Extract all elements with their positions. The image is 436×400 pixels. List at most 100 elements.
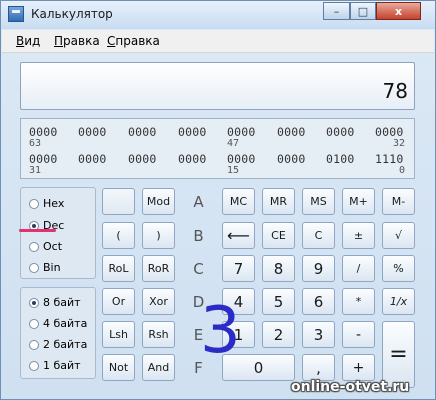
bit-group[interactable]: 0000 [128, 152, 157, 166]
ce-button[interactable]: CE [262, 222, 295, 249]
decimal-button[interactable]: , [302, 354, 335, 381]
word-size-qword[interactable]: 8 байт [29, 296, 81, 309]
m-plus-button[interactable]: M+ [342, 188, 375, 215]
close-button[interactable]: x [376, 2, 421, 20]
calculator-app-icon [8, 6, 24, 22]
radio-oct[interactable] [29, 241, 39, 252]
menu-bar: Вид Правка Справка [2, 30, 434, 53]
bit-group[interactable]: 0000 [178, 152, 207, 166]
radio-bin[interactable] [29, 262, 39, 273]
bit-group[interactable]: 0000 [277, 125, 306, 139]
not-button[interactable]: Not [102, 354, 135, 381]
bit-group[interactable]: 0000 [375, 125, 404, 139]
radix-bin-option[interactable]: Bin [29, 261, 61, 274]
clear-button[interactable]: C [302, 222, 335, 249]
bit-group[interactable]: 1110 [375, 152, 404, 166]
radix-group: Hex Dec Oct Bin [20, 187, 96, 279]
menu-view-mnemonic: В [16, 34, 25, 48]
word-size-group: 8 байт 4 байта 2 байта 1 байт [20, 287, 96, 379]
word-label: 2 байта [43, 338, 88, 351]
title-bar[interactable]: Калькулятор – □ x [1, 1, 435, 29]
result-display: 78 [20, 62, 415, 110]
ms-button[interactable]: MS [302, 188, 335, 215]
bit-group[interactable]: 0000 [29, 152, 58, 166]
digit-9-button[interactable]: 9 [302, 255, 335, 282]
word-size-dword[interactable]: 4 байта [29, 317, 87, 330]
bit-index: 32 [393, 138, 406, 149]
maximize-button[interactable]: □ [350, 2, 376, 20]
radio-byte[interactable] [29, 360, 39, 371]
window-title: Калькулятор [31, 7, 113, 21]
bit-group[interactable]: 0000 [128, 125, 157, 139]
dec-highlight-underline [19, 229, 56, 232]
m-minus-button[interactable]: M- [382, 188, 415, 215]
backspace-button[interactable]: ⟵ [222, 222, 255, 249]
plus-button[interactable]: + [342, 354, 375, 381]
digit-3-button[interactable]: 3 [302, 321, 335, 348]
hex-c-button[interactable]: C [182, 255, 215, 282]
blank-key[interactable] [102, 188, 135, 215]
overlay-digit-annotation: 3 [200, 294, 241, 368]
radix-oct-option[interactable]: Oct [29, 240, 62, 253]
bit-index: 47 [227, 138, 240, 149]
or-button[interactable]: Or [102, 288, 135, 315]
menu-edit[interactable]: Правка [54, 34, 100, 48]
bit-index: 0 [399, 165, 406, 176]
bit-group[interactable]: 0000 [29, 125, 58, 139]
word-size-byte[interactable]: 1 байт [29, 359, 81, 372]
open-paren-button[interactable]: ( [102, 222, 135, 249]
close-paren-button[interactable]: ) [142, 222, 175, 249]
radix-oct-label: Oct [43, 240, 63, 253]
bit-index: 31 [29, 165, 42, 176]
divide-button[interactable]: / [342, 255, 375, 282]
dword-label: 4 байта [43, 317, 88, 330]
multiply-button[interactable]: * [342, 288, 375, 315]
radio-word[interactable] [29, 339, 39, 350]
mc-button[interactable]: MC [222, 188, 255, 215]
mr-button[interactable]: MR [262, 188, 295, 215]
bit-group[interactable]: 0000 [178, 125, 207, 139]
digit-8-button[interactable]: 8 [262, 255, 295, 282]
radio-dword[interactable] [29, 318, 39, 329]
calculator-window: Калькулятор – □ x Вид Правка Справка 7 8 … [0, 0, 436, 400]
word-size-word[interactable]: 2 байта [29, 338, 87, 351]
menu-edit-mnemonic: П [54, 34, 64, 48]
equals-button[interactable]: = [382, 321, 415, 388]
digit-5-button[interactable]: 5 [262, 288, 295, 315]
bit-index: 15 [227, 165, 240, 176]
sqrt-button[interactable]: √ [382, 222, 415, 249]
bit-group[interactable]: 0000 [78, 152, 107, 166]
reciprocal-button[interactable]: 1/x [382, 288, 415, 315]
bit-group[interactable]: 0000 [227, 125, 256, 139]
xor-button[interactable]: Xor [142, 288, 175, 315]
bit-group[interactable]: 0000 [227, 152, 256, 166]
bit-group[interactable]: 0000 [78, 125, 107, 139]
radio-qword[interactable] [29, 297, 39, 308]
menu-help-label: правка [115, 34, 160, 48]
minimize-button[interactable]: – [323, 2, 350, 20]
menu-help[interactable]: Справка [107, 34, 160, 48]
percent-button[interactable]: % [382, 255, 415, 282]
digit-2-button[interactable]: 2 [262, 321, 295, 348]
lsh-button[interactable]: Lsh [102, 321, 135, 348]
digit-7-button[interactable]: 7 [222, 255, 255, 282]
radio-hex[interactable] [29, 198, 39, 209]
rsh-button[interactable]: Rsh [142, 321, 175, 348]
hex-a-button[interactable]: A [182, 188, 215, 215]
byte-label: 1 байт [43, 359, 81, 372]
ror-button[interactable]: RoR [142, 255, 175, 282]
display-value: 78 [382, 79, 408, 103]
and-button[interactable]: And [142, 354, 175, 381]
bit-group[interactable]: 0100 [326, 152, 355, 166]
bit-group[interactable]: 0000 [277, 152, 306, 166]
radix-hex-option[interactable]: Hex [29, 197, 64, 210]
menu-view[interactable]: Вид [16, 34, 40, 48]
bit-group[interactable]: 0000 [326, 125, 355, 139]
radix-bin-label: Bin [43, 261, 61, 274]
hex-b-button[interactable]: B [182, 222, 215, 249]
mod-button[interactable]: Mod [142, 188, 175, 215]
digit-6-button[interactable]: 6 [302, 288, 335, 315]
rol-button[interactable]: RoL [102, 255, 135, 282]
minus-button[interactable]: - [342, 321, 375, 348]
plus-minus-button[interactable]: ± [342, 222, 375, 249]
